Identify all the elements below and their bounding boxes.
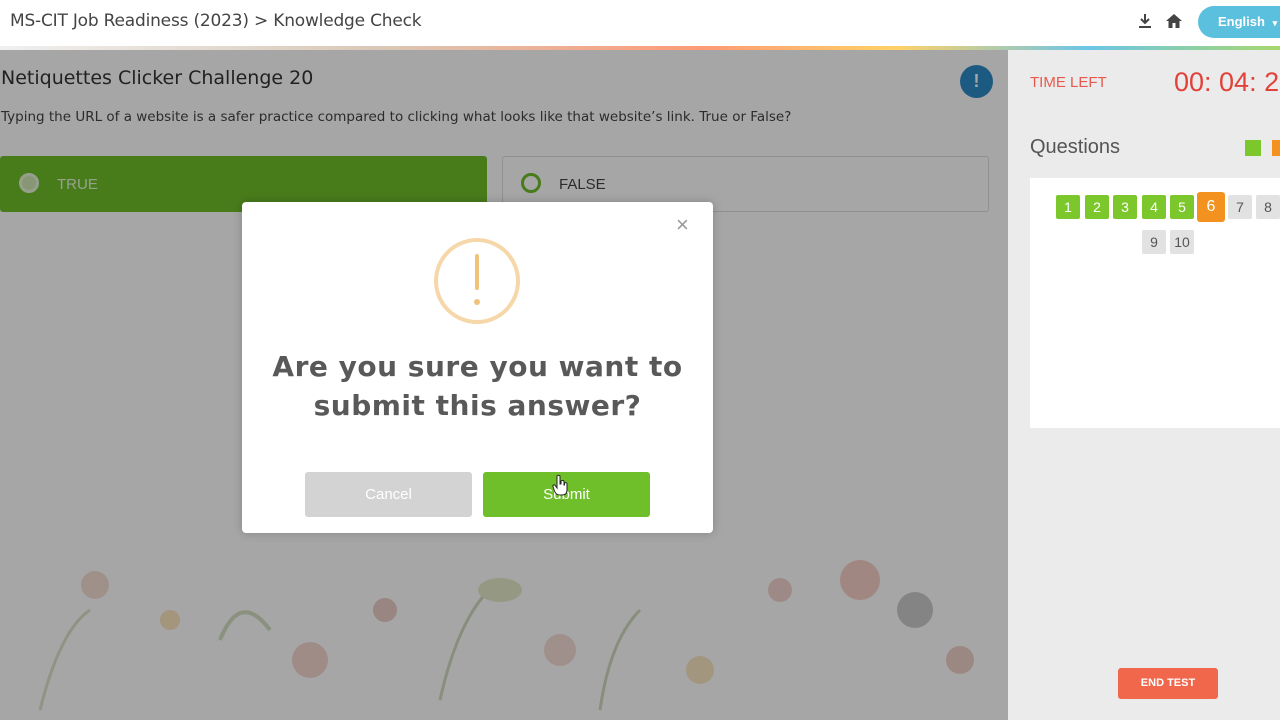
cancel-button[interactable]: Cancel — [305, 472, 472, 517]
close-icon[interactable]: × — [676, 212, 689, 238]
legend-answered-swatch — [1245, 140, 1261, 156]
dialog-message-line: submit this answer? — [313, 389, 642, 422]
sidebar: TIME LEFT 00: 04: 2 Questions 1 2 3 4 5 … — [1008, 50, 1280, 720]
question-number-button[interactable]: 9 — [1142, 230, 1166, 254]
home-icon[interactable] — [1165, 12, 1183, 30]
breadcrumb[interactable]: MS-CIT Job Readiness (2023) > Knowledge … — [10, 11, 422, 31]
question-number-button[interactable]: 6 — [1197, 192, 1225, 222]
dialog-message-line: Are you sure you want to — [272, 350, 683, 383]
hand-cursor-icon — [552, 474, 568, 496]
question-number-button[interactable]: 8 — [1256, 195, 1280, 219]
legend-current-swatch — [1272, 140, 1280, 156]
timer-value: 00: 04: 2 — [1174, 67, 1280, 97]
dialog-message: Are you sure you want to submit this ans… — [242, 347, 713, 425]
end-test-button[interactable]: END TEST — [1118, 668, 1218, 699]
question-number-button[interactable]: 10 — [1170, 230, 1194, 254]
confirm-dialog: × Are you sure you want to submit this a… — [242, 202, 713, 533]
time-left-label: TIME LEFT — [1030, 74, 1107, 91]
top-bar: MS-CIT Job Readiness (2023) > Knowledge … — [0, 0, 1280, 46]
question-navigator: 1 2 3 4 5 6 7 8 9 10 — [1030, 178, 1280, 428]
question-number-button[interactable]: 2 — [1085, 195, 1109, 219]
chevron-down-icon: ▾ — [1272, 18, 1278, 28]
download-icon[interactable] — [1136, 12, 1154, 30]
question-number-button[interactable]: 3 — [1113, 195, 1137, 219]
language-selector[interactable]: English ▾ — [1198, 6, 1280, 38]
question-number-button[interactable]: 1 — [1056, 195, 1080, 219]
language-label: English — [1218, 14, 1265, 29]
question-number-button[interactable]: 7 — [1228, 195, 1252, 219]
question-number-button[interactable]: 5 — [1170, 195, 1194, 219]
warning-icon — [434, 238, 520, 324]
question-number-button[interactable]: 4 — [1142, 195, 1166, 219]
questions-heading: Questions — [1030, 136, 1121, 158]
